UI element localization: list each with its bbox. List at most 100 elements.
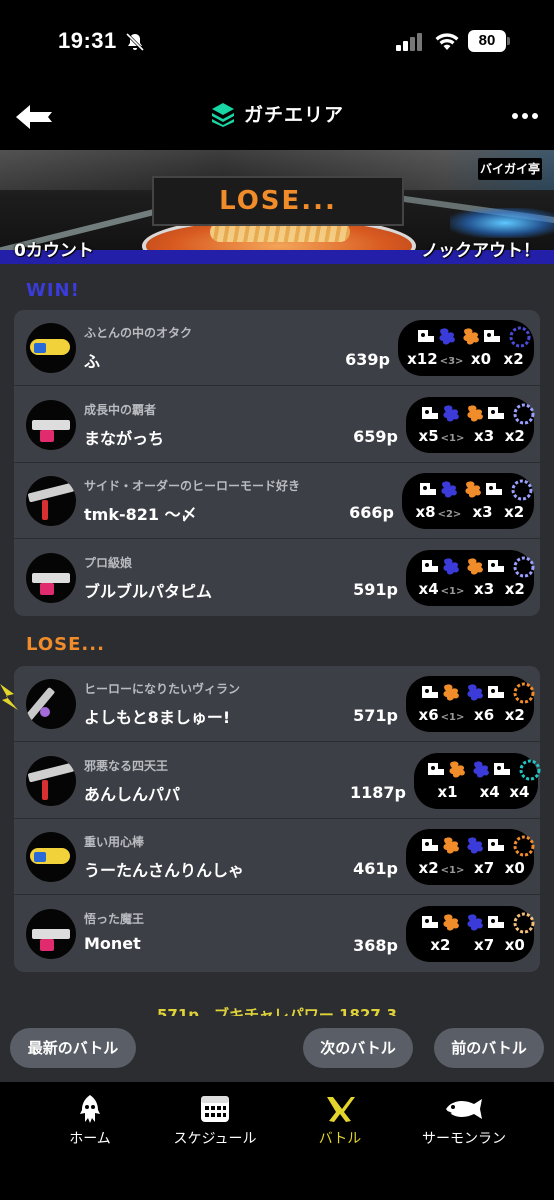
player-name: ふ (84, 352, 101, 371)
player-name: まながっち (84, 428, 165, 448)
stat-icons (400, 556, 535, 580)
weapon-shape (32, 572, 70, 583)
player-name: うーたんさんりんしゃ (84, 861, 245, 880)
page-title: ガチエリア (243, 104, 344, 126)
calendar-icon (201, 1096, 229, 1122)
paint-points: 666p (349, 503, 394, 522)
special-weapon-icon (511, 479, 533, 501)
tab-label: サーモンラン (422, 1131, 506, 1147)
paint-points: 659p (353, 426, 398, 446)
tab-salmon-run[interactable]: サーモンラン (412, 1094, 516, 1154)
death-count: x3 (474, 579, 495, 598)
player-name: tmk-821 ～〆 (84, 505, 197, 524)
more-options-icon[interactable] (510, 104, 540, 128)
player-row[interactable]: ヒーローになりたいヴィラン よしもと8ましゅー! 571p x6 <1> x6 x2 (14, 666, 540, 742)
player-row[interactable]: ふとんの中のオタクふ 639p x12 <3> x0 x2 (14, 310, 540, 386)
paint-points: 639p (345, 350, 390, 369)
battle-detail[interactable]: WIN! ふとんの中のオタクふ 639p x12 <3> x0 x2 成長中の覇者 まながっち… (0, 264, 554, 1016)
page-title-wrap: ガチエリア (0, 100, 554, 131)
special-count: x2 (504, 579, 525, 598)
tab-schedule[interactable]: スケジュール (163, 1094, 267, 1154)
weapon-accent (40, 707, 50, 717)
kill-count: x4 (418, 579, 439, 598)
kill-splat-icon (418, 330, 434, 342)
player-row[interactable]: 邪悪なる四天王 あんしんパパ 1187p x1 x4 x4 (14, 743, 541, 819)
prev-battle-button[interactable]: 前のバトル (434, 1028, 544, 1068)
kill-count: x2 (418, 859, 439, 877)
special-count: x2 (504, 503, 525, 521)
kill-count-wrap: x4 <1> (412, 580, 471, 598)
salmon-icon (446, 1099, 482, 1119)
player-title: 悟った魔王 (84, 911, 145, 926)
paint-points: 368p (353, 935, 398, 955)
player-stats: x2 x7 x0 (406, 905, 535, 962)
special-count: x2 (504, 706, 525, 724)
stat-icons (406, 759, 541, 783)
death-splat-icon (488, 559, 504, 572)
kill-count-wrap: x5 <1> (412, 427, 471, 445)
player-row[interactable]: 成長中の覇者 まながっち 659p x5 <1> x3 x2 (14, 387, 540, 463)
battle-icon (327, 1097, 355, 1122)
death-splat-icon (494, 762, 510, 775)
weapon-accent (40, 582, 54, 595)
paint-points: 571p (353, 706, 398, 725)
player-stats: x12 <3> x0 x2 (398, 320, 534, 376)
death-splat-icon (486, 483, 502, 495)
assist-count: <1> (440, 432, 465, 444)
player-name: よしもと8ましゅー! (84, 708, 231, 727)
death-count: x7 (474, 935, 495, 954)
kill-splat-icon (420, 483, 436, 495)
player-stats: x8 <2> x3 x2 (402, 473, 534, 529)
splat-zones-icon (211, 102, 234, 127)
death-splat-icon (488, 839, 504, 851)
stat-numbers: x2 x7 x0 (406, 936, 534, 958)
wifi-icon (435, 33, 459, 50)
special-weapon-icon (519, 759, 541, 780)
team-count-left: 0カウント (14, 241, 94, 261)
tab-label: ホーム (69, 1131, 111, 1147)
lose-team-card: ヒーローになりたいヴィラン よしもと8ましゅー! 571p x6 <1> x6 x2 邪悪なる… (14, 666, 541, 972)
death-count: x4 (479, 782, 500, 801)
tab-battle[interactable]: バトル (300, 1094, 380, 1154)
action-bar: 最新のバトル 次のバトル 前のバトル (0, 1016, 554, 1082)
kill-splat-icon (422, 559, 438, 572)
latest-battle-button[interactable]: 最新のバトル (10, 1028, 136, 1068)
player-name: Monet (84, 933, 141, 953)
stat-numbers: x8 <2> x3 x2 (402, 503, 534, 525)
ink-splat-icon (443, 684, 459, 701)
special-count: x0 (504, 859, 525, 877)
special-weapon-icon (513, 556, 535, 577)
paint-points: 591p (353, 579, 398, 599)
weapon-icon (26, 832, 76, 882)
player-title: 邪悪なる四天王 (84, 758, 169, 773)
status-time: 19:31 (58, 28, 117, 53)
assist-count: <3> (439, 356, 464, 367)
special-weapon-icon (513, 403, 535, 424)
stat-icons (400, 912, 535, 936)
kill-splat-icon (422, 406, 438, 419)
win-label: WIN! (26, 280, 80, 301)
kill-splat-icon (422, 839, 438, 851)
next-battle-button[interactable]: 次のバトル (303, 1028, 413, 1068)
tab-home[interactable]: ホーム (50, 1094, 130, 1154)
player-row[interactable]: 重い用心棒 うーたんさんりんしゃ 461p x2 <1> x7 x0 (14, 819, 540, 895)
death-splat-icon (488, 915, 504, 928)
player-row[interactable]: プロ級娘 ブルブルパタピム 591p x4 <1> x3 x2 (14, 540, 540, 616)
stat-numbers: x1 x4 x4 (414, 783, 538, 805)
weapon-shape (27, 762, 75, 782)
signal-icon (396, 33, 422, 51)
player-stats: x5 <1> x3 x2 (406, 396, 535, 453)
paint-points: 1187p (350, 782, 406, 802)
assist-count: <1> (440, 585, 465, 597)
paint-points: 461p (353, 859, 398, 878)
kill-splat-icon (422, 915, 438, 928)
death-count: x0 (470, 350, 492, 368)
death-count: x3 (472, 503, 493, 521)
lose-label: LOSE... (26, 634, 105, 655)
player-row[interactable]: 悟った魔王 Monet 368p x2 x7 x0 (14, 896, 540, 972)
player-row[interactable]: サイド・オーダーのヒーローモード好き tmk-821 ～〆 666p x8 <2> x3 x… (14, 463, 540, 539)
weapon-accent (34, 343, 46, 353)
death-count: x7 (474, 859, 495, 877)
player-stats: x1 x4 x4 (414, 752, 541, 809)
ink-splat-icon (439, 328, 455, 345)
